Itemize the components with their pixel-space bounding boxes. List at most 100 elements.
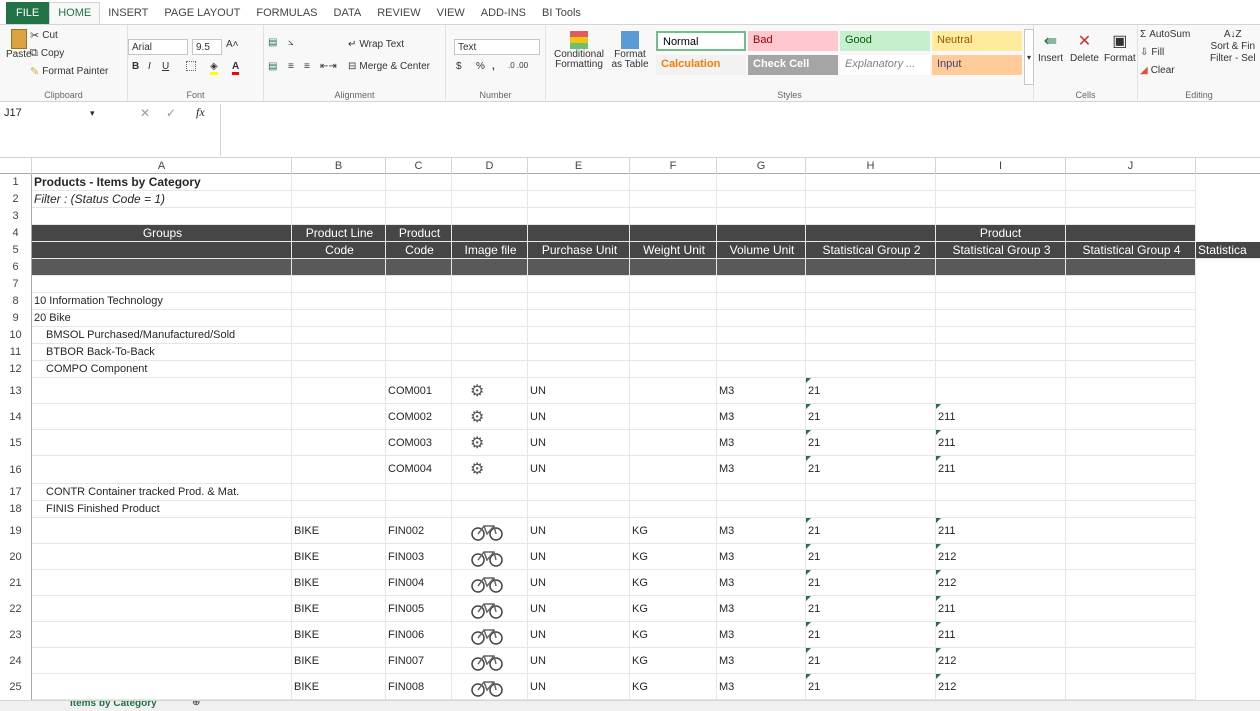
cell[interactable]: ⚙ <box>452 456 528 484</box>
cell[interactable]: FIN006 <box>386 622 452 648</box>
align-top-button[interactable]: ▤ <box>268 37 277 48</box>
conditional-formatting-button[interactable]: Conditional Formatting <box>552 31 606 70</box>
cell[interactable] <box>386 344 452 361</box>
row-number[interactable]: 6 <box>0 259 32 276</box>
cell[interactable] <box>386 208 452 225</box>
column-header-a[interactable]: A <box>32 158 292 174</box>
row-number[interactable]: 5 <box>0 242 32 259</box>
cell[interactable]: 211 <box>936 430 1066 456</box>
cell[interactable]: BIKE <box>292 596 386 622</box>
cell[interactable] <box>1066 310 1196 327</box>
cell[interactable] <box>32 518 292 544</box>
cell[interactable]: Purchase Unit <box>528 242 630 259</box>
tab-data[interactable]: DATA <box>326 2 370 24</box>
row-number[interactable]: 13 <box>0 378 32 404</box>
cell[interactable]: 10 Information Technology <box>32 293 292 310</box>
cell[interactable]: ⚙ <box>452 378 528 404</box>
cell[interactable]: KG <box>630 570 717 596</box>
cell[interactable]: FIN008 <box>386 674 452 700</box>
cell[interactable] <box>386 293 452 310</box>
cell[interactable] <box>386 361 452 378</box>
cell[interactable] <box>1066 361 1196 378</box>
row-number[interactable]: 3 <box>0 208 32 225</box>
error-indicator-icon[interactable] <box>806 404 811 409</box>
cell[interactable]: COM004 <box>386 456 452 484</box>
cell[interactable] <box>630 501 717 518</box>
cell[interactable]: Code <box>386 242 452 259</box>
cell[interactable] <box>386 174 452 191</box>
cell[interactable]: UN <box>528 674 630 700</box>
cell[interactable] <box>292 259 386 276</box>
sheet-tab-items-by-category[interactable]: Items by Category <box>70 701 157 709</box>
cell[interactable]: 211 <box>936 404 1066 430</box>
error-indicator-icon[interactable] <box>806 596 811 601</box>
cell[interactable]: UN <box>528 518 630 544</box>
row-number[interactable]: 22 <box>0 596 32 622</box>
cell[interactable] <box>292 484 386 501</box>
cell[interactable] <box>452 259 528 276</box>
column-header-h[interactable]: H <box>806 158 936 174</box>
cell[interactable]: 212 <box>936 570 1066 596</box>
cell[interactable] <box>806 208 936 225</box>
cell[interactable] <box>292 378 386 404</box>
cell[interactable]: UN <box>528 430 630 456</box>
cell[interactable]: M3 <box>717 674 806 700</box>
cell[interactable] <box>292 344 386 361</box>
increase-decimal-button[interactable]: .0 .00 <box>508 61 528 70</box>
borders-button[interactable] <box>186 61 196 71</box>
row-number[interactable]: 12 <box>0 361 32 378</box>
cell[interactable] <box>452 225 528 242</box>
cell[interactable] <box>1066 259 1196 276</box>
cell[interactable]: M3 <box>717 456 806 484</box>
cell[interactable] <box>32 648 292 674</box>
cell[interactable] <box>630 327 717 344</box>
cell[interactable] <box>717 293 806 310</box>
error-indicator-icon[interactable] <box>806 674 811 679</box>
row-number[interactable]: 23 <box>0 622 32 648</box>
cell[interactable]: 212 <box>936 648 1066 674</box>
cell[interactable]: UN <box>528 596 630 622</box>
cell[interactable] <box>936 344 1066 361</box>
cell[interactable]: ⚙ <box>452 404 528 430</box>
cell[interactable]: KG <box>630 648 717 674</box>
namebox-dropdown[interactable]: ▾ <box>90 108 95 119</box>
cell[interactable] <box>717 361 806 378</box>
currency-button[interactable]: $ <box>456 61 462 72</box>
cell[interactable]: Filter : (Status Code = 1) <box>32 191 292 208</box>
error-indicator-icon[interactable] <box>936 430 941 435</box>
cell[interactable]: UN <box>528 570 630 596</box>
row-number[interactable]: 21 <box>0 570 32 596</box>
error-indicator-icon[interactable] <box>936 570 941 575</box>
cell[interactable] <box>32 622 292 648</box>
cell[interactable] <box>292 208 386 225</box>
cell[interactable] <box>32 378 292 404</box>
cell[interactable] <box>452 174 528 191</box>
cell[interactable] <box>452 544 528 570</box>
cell[interactable]: KG <box>630 596 717 622</box>
error-indicator-icon[interactable] <box>806 544 811 549</box>
cell[interactable] <box>292 293 386 310</box>
cell[interactable]: Products - Items by Category <box>32 174 292 191</box>
insert-cells-button[interactable]: ⇚ Insert <box>1038 31 1063 64</box>
error-indicator-icon[interactable] <box>806 378 811 383</box>
bold-button[interactable]: B <box>132 61 139 72</box>
error-indicator-icon[interactable] <box>936 404 941 409</box>
row-number[interactable]: 4 <box>0 225 32 242</box>
cell[interactable] <box>528 484 630 501</box>
cell[interactable] <box>1066 544 1196 570</box>
cell[interactable] <box>806 501 936 518</box>
cell[interactable]: Product <box>386 225 452 242</box>
cell[interactable] <box>452 293 528 310</box>
cancel-entry-icon[interactable]: ✕ <box>140 106 150 120</box>
cell[interactable]: M3 <box>717 622 806 648</box>
row-number[interactable]: 1 <box>0 174 32 191</box>
cell[interactable] <box>528 501 630 518</box>
cell[interactable] <box>936 378 1066 404</box>
cell[interactable]: 21 <box>806 570 936 596</box>
select-all-corner[interactable] <box>0 158 32 174</box>
row-number[interactable]: 15 <box>0 430 32 456</box>
cell[interactable] <box>1066 276 1196 293</box>
cell[interactable] <box>32 259 292 276</box>
cell[interactable] <box>630 310 717 327</box>
cell[interactable] <box>1066 456 1196 484</box>
